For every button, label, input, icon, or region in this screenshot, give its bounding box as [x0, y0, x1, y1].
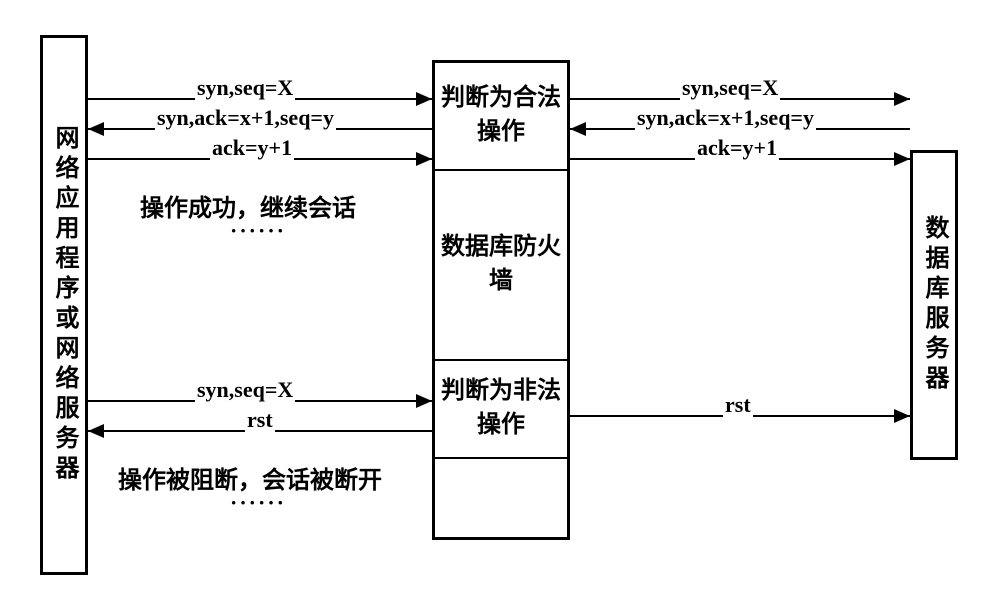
arrow-a3-label: ack=y+1 — [210, 135, 294, 161]
arrow-d1-label: rst — [723, 392, 753, 418]
left-actor-label: 网络应用程序或网络服务器 — [52, 125, 76, 485]
arrow-b2-label: syn,ack=x+1,seq=y — [635, 105, 816, 131]
right-actor-label: 数据库服务器 — [922, 215, 946, 395]
arrow-b2-head — [570, 122, 586, 136]
arrow-a3-head — [416, 152, 432, 166]
center-section-firewall: 数据库防火墙 — [435, 171, 567, 361]
arrow-c1-head — [416, 394, 432, 408]
note-success-dots: ······ — [230, 218, 286, 244]
arrow-c2-head — [88, 424, 104, 438]
arrow-d1-head — [894, 409, 910, 423]
arrow-a2-label: syn,ack=x+1,seq=y — [155, 105, 336, 131]
arrow-c1-label: syn,seq=X — [195, 377, 295, 403]
left-actor-box: 网络应用程序或网络服务器 — [40, 35, 88, 575]
note-blocked-dots: ······ — [230, 490, 286, 516]
center-section-bottom — [435, 459, 567, 539]
arrow-b1-head — [894, 92, 910, 106]
arrow-b3-label: ack=y+1 — [695, 135, 779, 161]
right-actor-box: 数据库服务器 — [910, 150, 958, 460]
arrow-b3-head — [894, 152, 910, 166]
arrow-a2-head — [88, 122, 104, 136]
arrow-a1-head — [416, 92, 432, 106]
arrow-a1-label: syn,seq=X — [195, 75, 295, 101]
center-section-illegal: 判断为非法操作 — [435, 361, 567, 459]
center-firewall-box: 判断为合法操作 数据库防火墙 判断为非法操作 — [432, 60, 570, 540]
arrow-b1-label: syn,seq=X — [680, 75, 780, 101]
arrow-c2-label: rst — [245, 407, 275, 433]
center-section-legal: 判断为合法操作 — [435, 63, 567, 171]
